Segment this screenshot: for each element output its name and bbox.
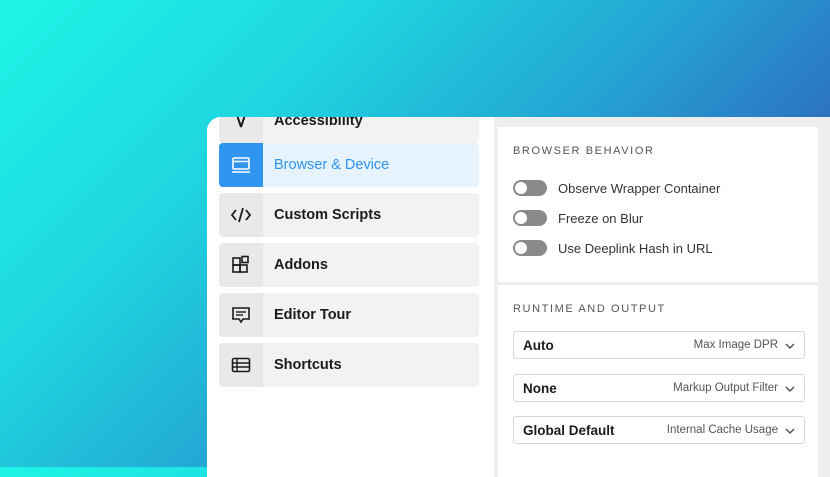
sidebar-item-label: Addons <box>274 257 328 273</box>
select-description: Internal Cache Usage <box>666 424 778 436</box>
sidebar-item-label: Accessibility <box>274 117 363 129</box>
browser-window-icon <box>219 143 263 187</box>
sidebar-item-shortcuts[interactable]: Shortcuts <box>219 343 479 387</box>
sidebar-item-editor-tour[interactable]: Editor Tour <box>219 293 479 337</box>
select-description: Max Image DPR <box>693 339 778 351</box>
select-markup-output-filter[interactable]: None Markup Output Filter <box>513 374 805 402</box>
settings-sidebar: Accessibility Browser & Device Custom Sc… <box>207 117 494 477</box>
sidebar-item-browser-device[interactable]: Browser & Device <box>219 143 479 187</box>
toggle-label: Freeze on Blur <box>558 210 644 226</box>
list-icon <box>219 343 263 387</box>
sidebar-item-addons[interactable]: Addons <box>219 243 479 287</box>
sidebar-item-label: Shortcuts <box>274 357 342 373</box>
toggle-deeplink-hash[interactable]: Use Deeplink Hash in URL <box>513 240 713 256</box>
sidebar-item-label: Custom Scripts <box>274 207 382 223</box>
section-title: RUNTIME AND OUTPUT <box>513 303 666 315</box>
addons-blocks-icon <box>219 243 263 287</box>
select-value: Global Default <box>523 422 615 438</box>
select-max-image-dpr[interactable]: Auto Max Image DPR <box>513 331 805 359</box>
accessibility-icon <box>219 117 263 143</box>
toggle-label: Observe Wrapper Container <box>558 180 721 196</box>
select-value: Auto <box>523 337 554 353</box>
code-icon <box>219 193 263 237</box>
toggle-switch[interactable] <box>513 180 547 196</box>
select-internal-cache-usage[interactable]: Global Default Internal Cache Usage <box>513 416 805 444</box>
toggle-freeze-on-blur[interactable]: Freeze on Blur <box>513 210 643 226</box>
section-title: BROWSER BEHAVIOR <box>513 145 655 157</box>
toggle-switch[interactable] <box>513 240 547 256</box>
speech-bubble-icon <box>219 293 263 337</box>
settings-window: Accessibility Browser & Device Custom Sc… <box>207 117 830 477</box>
sidebar-item-accessibility[interactable]: Accessibility <box>219 117 479 143</box>
browser-behavior-panel: BROWSER BEHAVIOR Observe Wrapper Contain… <box>498 127 818 282</box>
chevron-down-icon <box>785 336 795 354</box>
sidebar-item-label: Editor Tour <box>274 307 352 323</box>
select-value: None <box>523 380 557 396</box>
select-description: Markup Output Filter <box>673 382 778 394</box>
chevron-down-icon <box>785 421 795 439</box>
chevron-down-icon <box>785 379 795 397</box>
toggle-observe-wrapper[interactable]: Observe Wrapper Container <box>513 180 720 196</box>
toggle-switch[interactable] <box>513 210 547 226</box>
sidebar-item-label: Browser & Device <box>274 157 390 173</box>
toggle-label: Use Deeplink Hash in URL <box>558 240 713 256</box>
sidebar-item-custom-scripts[interactable]: Custom Scripts <box>219 193 479 237</box>
runtime-output-panel: RUNTIME AND OUTPUT Auto Max Image DPR No… <box>498 285 818 477</box>
